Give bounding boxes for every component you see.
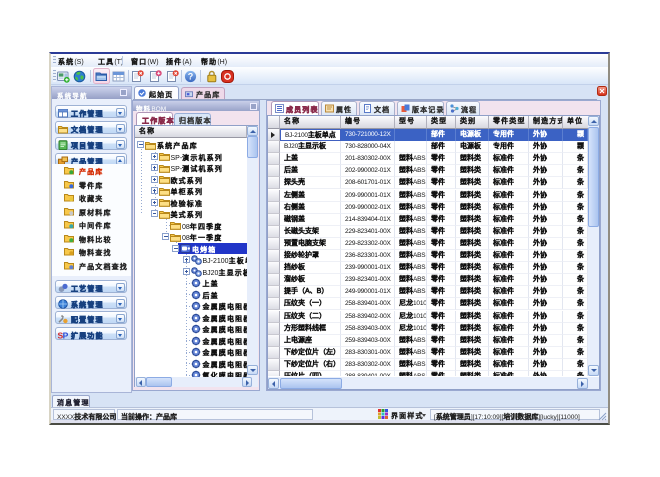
svg-text:?: ? bbox=[188, 72, 194, 82]
svg-text:P: P bbox=[63, 330, 68, 340]
